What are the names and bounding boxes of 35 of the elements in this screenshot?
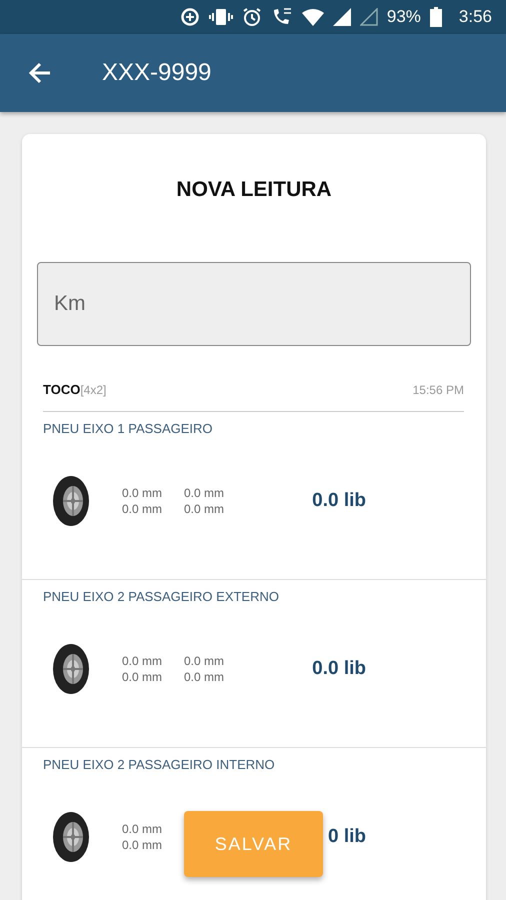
tire-label: PNEU EIXO 2 PASSAGEIRO EXTERNO: [43, 589, 280, 604]
battery-percentage: 93%: [386, 7, 421, 27]
axle-config: [4x2]: [80, 383, 106, 397]
vibrate-icon: [208, 7, 233, 27]
tread-depth: 0.0 mm: [184, 670, 226, 684]
data-saver-icon: [180, 7, 200, 27]
tire-icon: [51, 810, 91, 864]
tread-depth: 0.0 mm: [184, 654, 226, 668]
tread-depth: 0.0 mm: [122, 670, 164, 684]
tread-depth: 0.0 mm: [122, 486, 164, 500]
tread-depth: 0.0 mm: [122, 654, 164, 668]
vehicle-type: TOCO: [43, 382, 80, 397]
card-title: NOVA LEITURA: [175, 177, 333, 203]
signal-icon: [332, 8, 351, 26]
tire-icon: [51, 642, 91, 696]
tire-label: PNEU EIXO 1 PASSAGEIRO: [43, 421, 214, 436]
tread-depth: 0.0 mm: [122, 822, 164, 836]
clock-time: 3:56: [458, 7, 492, 27]
km-field[interactable]: Km: [37, 262, 471, 346]
wifi-icon: [302, 8, 324, 26]
reading-time: 15:56 PM: [412, 383, 464, 397]
save-button[interactable]: SALVAR: [184, 811, 323, 877]
battery-icon: [430, 7, 442, 27]
alarm-icon: [242, 7, 262, 27]
screen-title: XXX-9999: [102, 59, 212, 87]
tire-icon: [51, 474, 91, 528]
tread-depth: 0.0 mm: [184, 502, 226, 516]
tire-pressure: 0.0 lib: [311, 490, 366, 512]
tire-label: PNEU EIXO 2 PASSAGEIRO INTERNO: [43, 757, 276, 772]
tread-depth: 0.0 mm: [184, 486, 226, 500]
tire-pressure: 0.0 lib: [311, 658, 366, 680]
back-arrow-icon: [28, 61, 52, 85]
tread-depth: 0.0 mm: [122, 502, 164, 516]
tread-depth: 0.0 mm: [122, 838, 164, 852]
signal-icon: [360, 8, 378, 26]
